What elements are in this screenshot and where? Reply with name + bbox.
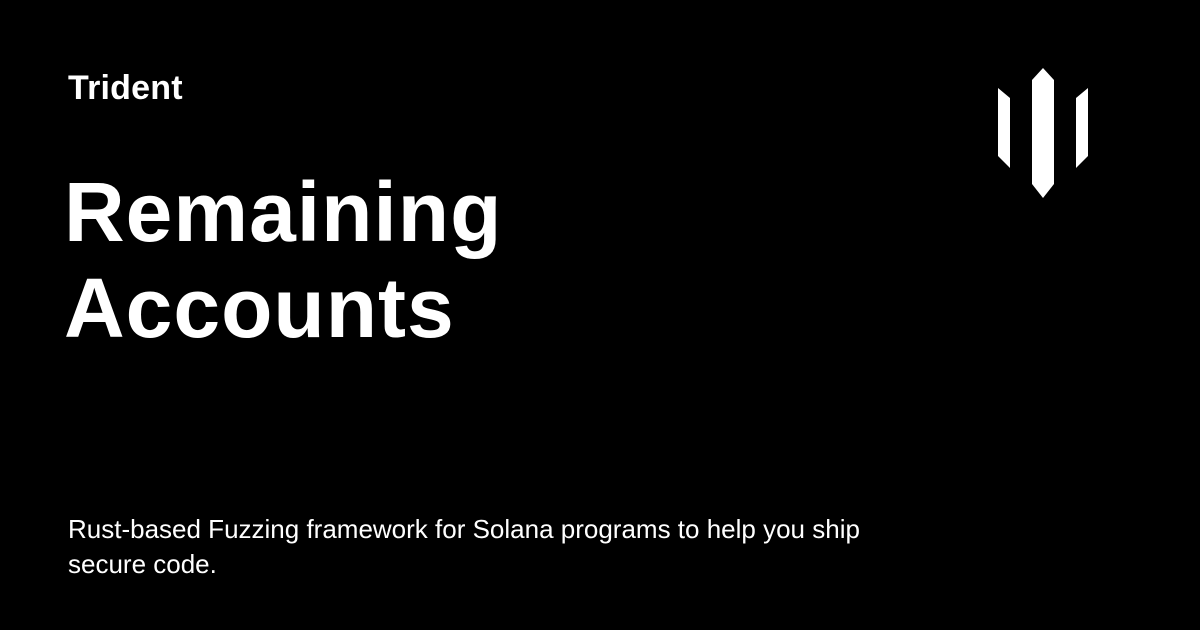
page-description: Rust-based Fuzzing framework for Solana … — [68, 514, 860, 579]
page-title-line-2: Accounts — [64, 261, 455, 355]
trident-logo-icon — [998, 68, 1088, 198]
trident-logo-left-prong — [998, 88, 1010, 168]
page-title: Remaining Accounts — [64, 164, 824, 356]
trident-logo-right-prong — [1076, 88, 1088, 168]
social-card: Trident Remaining Accounts Rust-based Fu… — [0, 0, 1200, 630]
site-name: Trident — [68, 69, 183, 107]
page-title-line-1: Remaining — [64, 165, 503, 259]
trident-logo-center-prong — [1032, 68, 1054, 198]
